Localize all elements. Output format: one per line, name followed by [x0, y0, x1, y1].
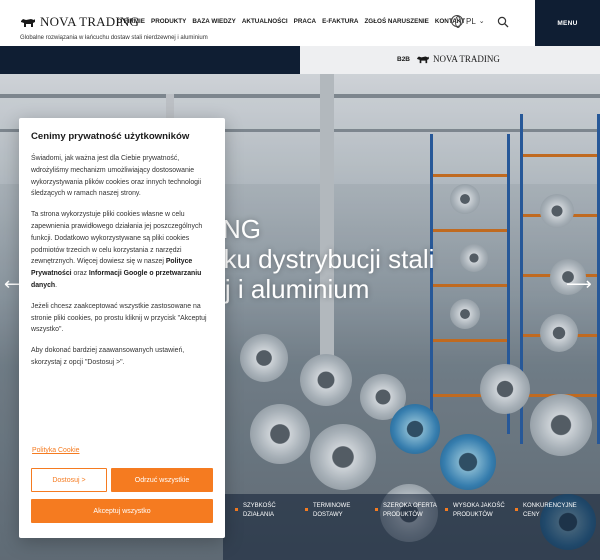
cookie-text-intro: Świadomi, jak ważna jest dla Ciebie pryw… [31, 155, 202, 198]
reject-all-button[interactable]: Odrzuć wszystkie [111, 468, 213, 492]
globe-icon [451, 15, 463, 28]
nav-item-praca[interactable]: PRACA [294, 18, 316, 25]
chevron-down-icon: ⌄ [478, 18, 485, 25]
nav-item-baza-wiedzy[interactable]: BAZA WIEDZY [192, 18, 236, 25]
hero-title: DING ynku dystrybucji stali nej i alumin… [196, 214, 434, 304]
nav-item-aktualnosci[interactable]: AKTUALNOŚCI [242, 18, 288, 25]
b2b-strip: B2B NOVA TRADING [0, 46, 600, 74]
bull-logo-icon [21, 19, 35, 27]
feature-item: TERMINOWE DOSTAWY [305, 502, 371, 520]
language-code: PL [466, 16, 476, 26]
b2b-logo-text: NOVA TRADING [433, 54, 500, 64]
cookie-consent-dialog: Cenimy prywatność użytkowników Świadomi,… [19, 118, 225, 538]
hero-title-line-1: DING [196, 214, 261, 244]
feature-item: SZYBKOŚĆ DZIAŁANIA [235, 502, 301, 520]
accept-all-button[interactable]: Akceptuj wszystko [31, 499, 213, 523]
search-icon[interactable] [497, 16, 509, 28]
cookie-dialog-title: Cenimy prywatność użytkowników [31, 131, 190, 142]
bull-logo-icon [417, 56, 429, 64]
nav-item-zglos-naruszenie[interactable]: ZGŁOŚ NARUSZENIE [364, 18, 428, 25]
hero-title-line-2: ynku dystrybucji stali [196, 244, 435, 274]
nav-item-produkty[interactable]: PRODUKTY [151, 18, 186, 25]
feature-item: KONKURENCYJNE CENY [515, 502, 581, 520]
nav-item-o-firmie[interactable]: O FIRMIE [117, 18, 145, 25]
main-nav: O FIRMIE PRODUKTY BAZA WIEDZY AKTUALNOŚC… [117, 18, 465, 25]
cookie-text-accept: Jeżeli chcesz zaakceptować wszystkie zas… [31, 302, 207, 334]
strip-left-panel [0, 46, 300, 74]
menu-button[interactable]: MENU [535, 0, 600, 46]
hero-title-line-3: nej i aluminium [196, 274, 370, 304]
feature-item: SZEROKA OFERTA PRODUKTÓW [375, 502, 441, 520]
b2b-link[interactable]: B2B NOVA TRADING [300, 46, 600, 74]
arrow-right-icon[interactable]: ⟶ [566, 274, 592, 295]
tagline: Globalne rozwiązania w łańcuchu dostaw s… [20, 35, 208, 41]
language-selector[interactable]: PL ⌄ [451, 15, 485, 28]
nav-item-e-faktura[interactable]: E-FAKTURA [322, 18, 358, 25]
feature-item: WYSOKA JAKOŚĆ PRODUKTÓW [445, 502, 511, 520]
b2b-logo: NOVA TRADING [416, 54, 500, 64]
cookie-text-customize: Aby dokonać bardziej zaawansowanych usta… [31, 347, 185, 366]
cookie-policy-link[interactable]: Polityka Cookie [32, 447, 80, 454]
site-header: NOVA TRADING Globalne rozwiązania w łańc… [0, 0, 600, 46]
cookie-text-details: Ta strona wykorzystuje pliki cookies wła… [31, 211, 203, 289]
feature-bar: SZYBKOŚĆ DZIAŁANIA TERMINOWE DOSTAWY SZE… [223, 494, 600, 560]
customize-button[interactable]: Dostosuj > [31, 468, 107, 492]
b2b-label: B2B [397, 56, 411, 63]
